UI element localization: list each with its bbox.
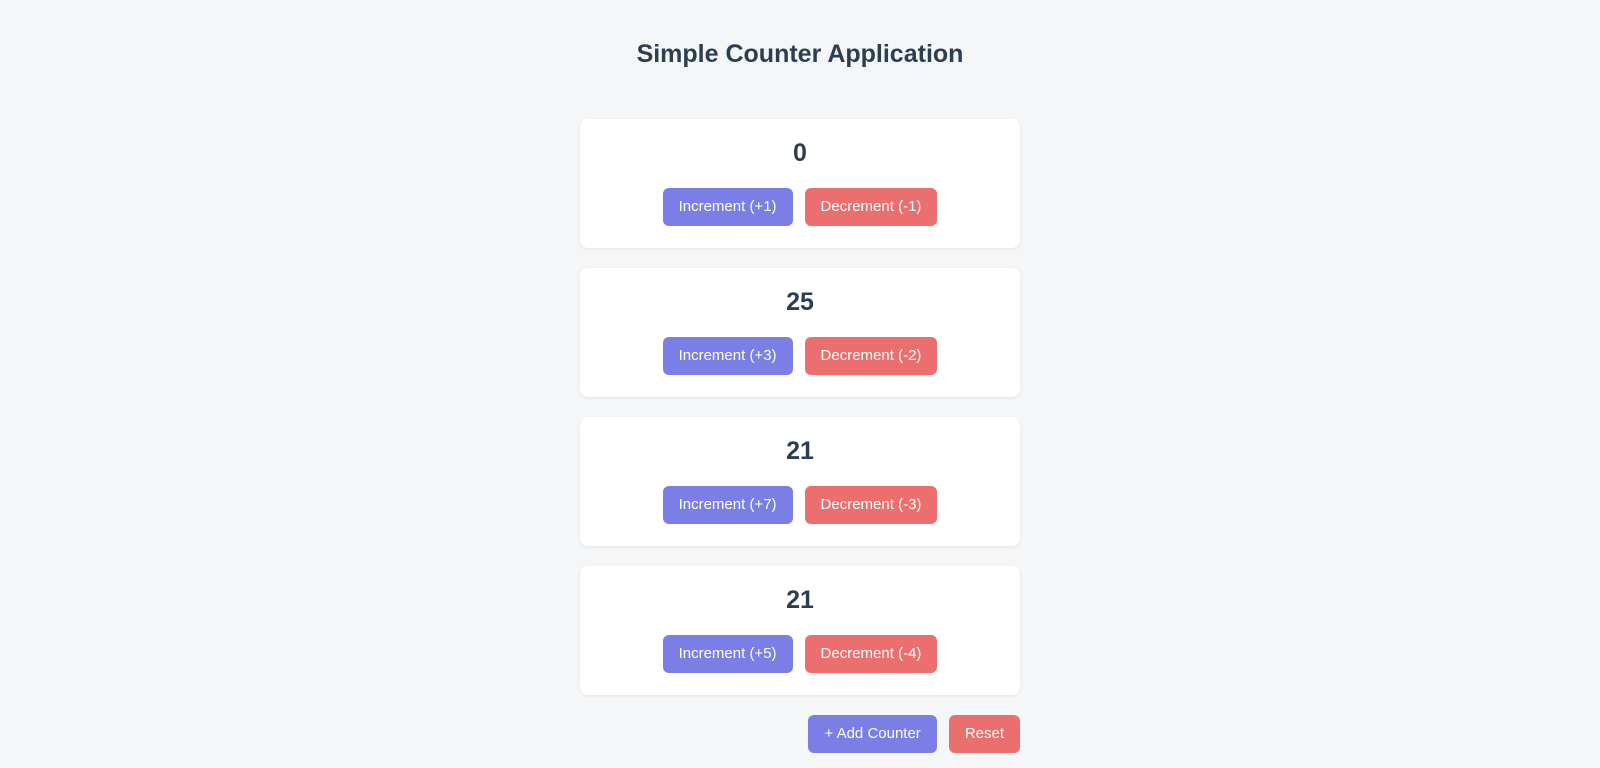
counter-card: 21 Increment (+5) Decrement (-4) [580, 566, 1020, 695]
counter-button-row: Increment (+3) Decrement (-2) [600, 337, 1000, 375]
increment-button[interactable]: Increment (+1) [663, 188, 793, 226]
counter-value: 25 [600, 288, 1000, 317]
decrement-button[interactable]: Decrement (-3) [805, 486, 938, 524]
counter-button-row: Increment (+5) Decrement (-4) [600, 635, 1000, 673]
counter-card: 21 Increment (+7) Decrement (-3) [580, 417, 1020, 546]
reset-button[interactable]: Reset [949, 715, 1020, 753]
app-container: Simple Counter Application 0 Increment (… [580, 0, 1020, 753]
decrement-button[interactable]: Decrement (-4) [805, 635, 938, 673]
counter-value: 0 [600, 139, 1000, 168]
decrement-button[interactable]: Decrement (-1) [805, 188, 938, 226]
decrement-button[interactable]: Decrement (-2) [805, 337, 938, 375]
counter-value: 21 [600, 586, 1000, 615]
page-title: Simple Counter Application [580, 40, 1020, 69]
counter-card: 25 Increment (+3) Decrement (-2) [580, 268, 1020, 397]
increment-button[interactable]: Increment (+3) [663, 337, 793, 375]
counter-button-row: Increment (+1) Decrement (-1) [600, 188, 1000, 226]
counter-card: 0 Increment (+1) Decrement (-1) [580, 119, 1020, 248]
increment-button[interactable]: Increment (+7) [663, 486, 793, 524]
counter-value: 21 [600, 437, 1000, 466]
increment-button[interactable]: Increment (+5) [663, 635, 793, 673]
footer-actions: + Add Counter Reset [580, 715, 1020, 753]
add-counter-button[interactable]: + Add Counter [808, 715, 936, 753]
counter-button-row: Increment (+7) Decrement (-3) [600, 486, 1000, 524]
